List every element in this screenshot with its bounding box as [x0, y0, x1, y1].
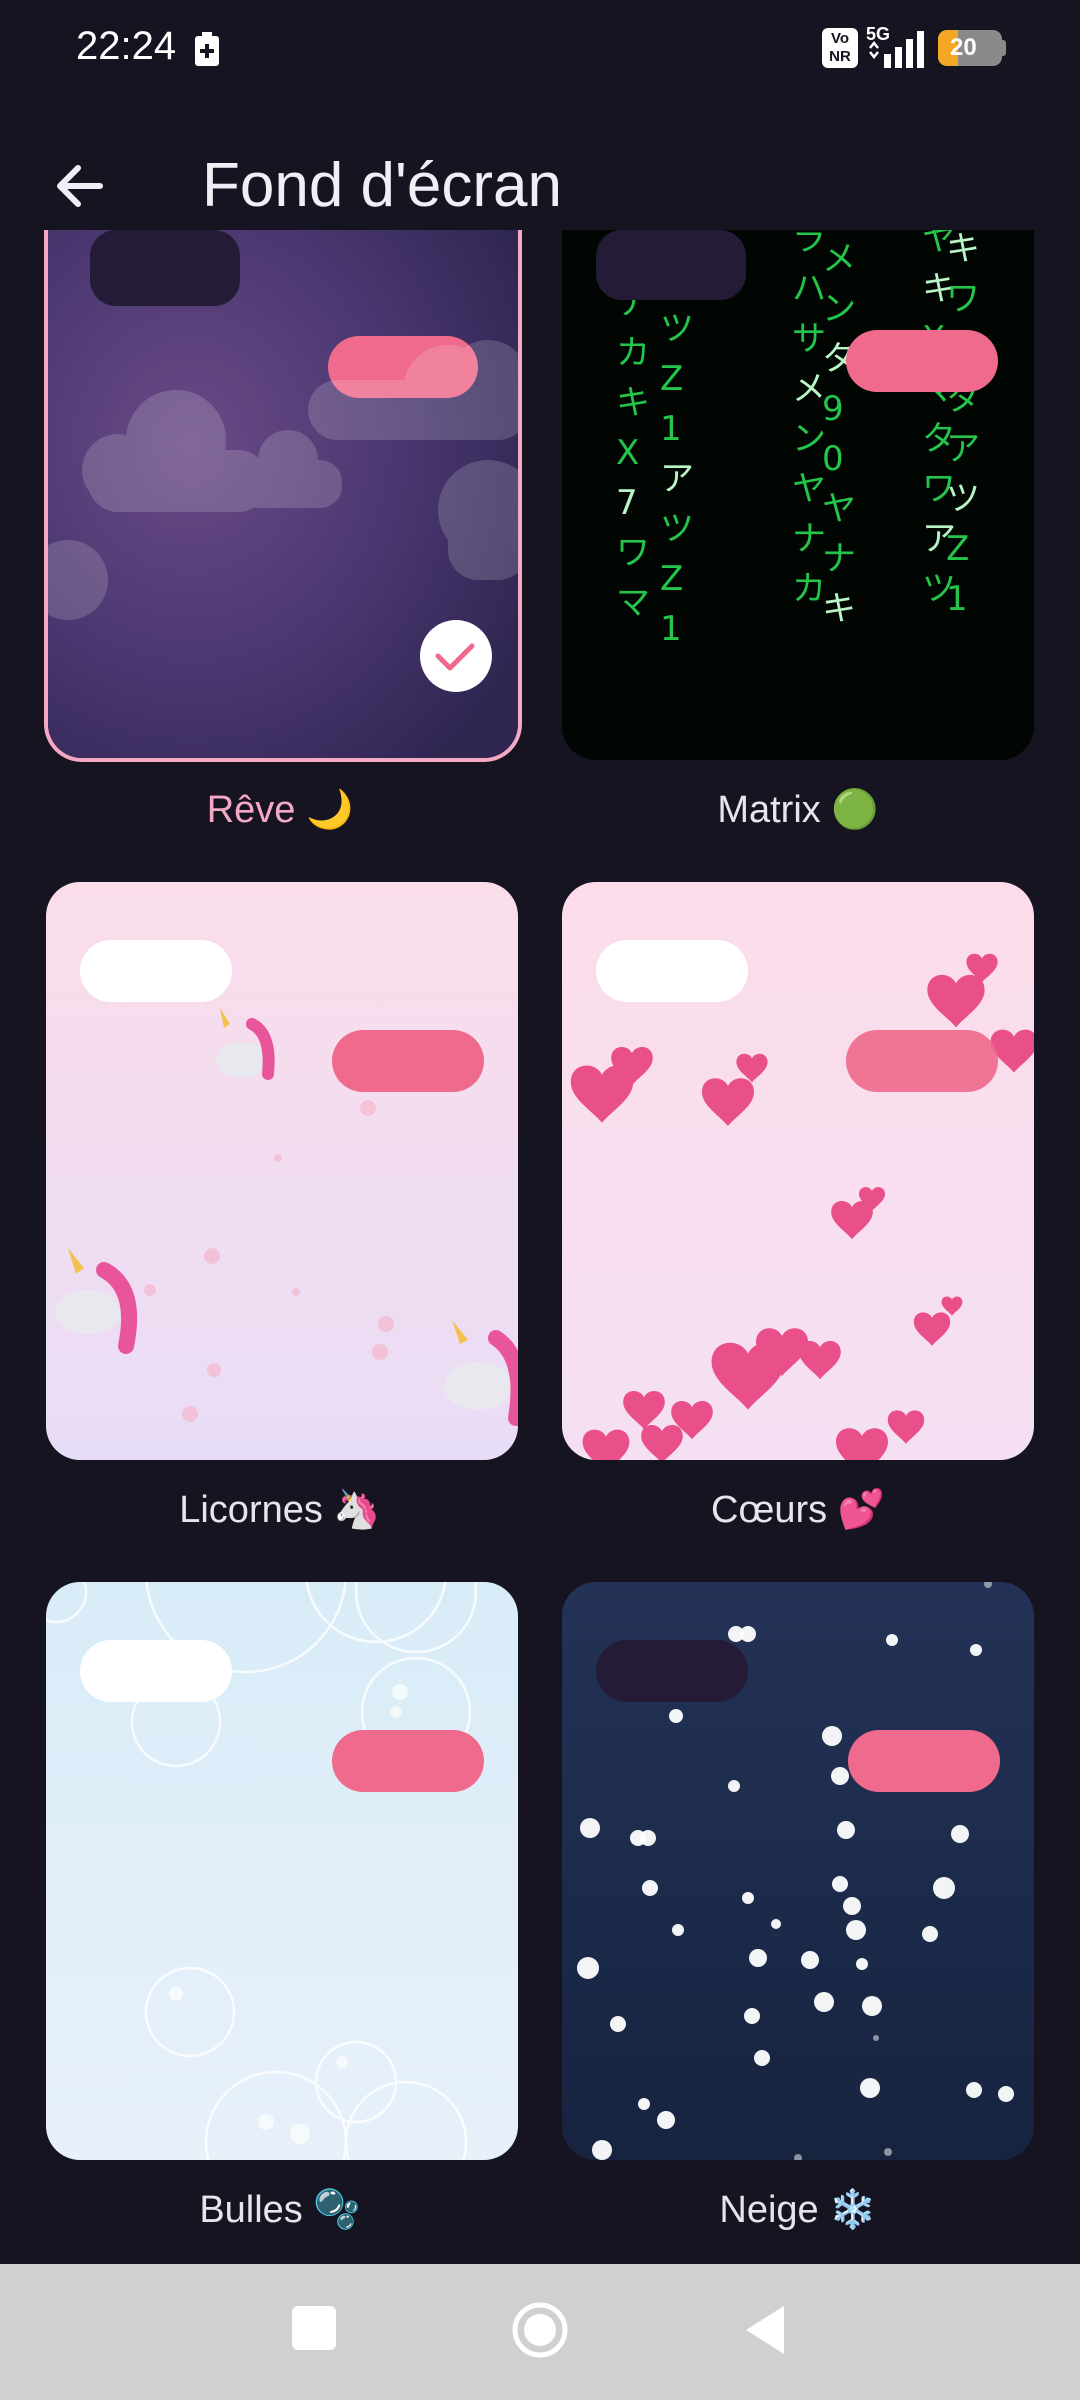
back-triangle-icon[interactable] — [742, 2304, 786, 2356]
svg-text:ヤ: ヤ — [822, 489, 856, 529]
volte-icon: Vo NR — [822, 28, 858, 68]
svg-text:ア: ア — [660, 459, 694, 499]
battery-level: 20 — [950, 34, 977, 61]
svg-text:ツ: ツ — [660, 509, 694, 549]
svg-text:ナ: ナ — [792, 519, 826, 559]
signal-icon — [869, 31, 924, 68]
svg-text:1: 1 — [946, 579, 968, 619]
arrow-left-icon[interactable] — [44, 150, 116, 222]
svg-text:ワ: ワ — [616, 533, 650, 573]
svg-text:ワ: ワ — [946, 279, 980, 319]
wallpaper-card-neige[interactable] — [562, 1582, 1034, 2160]
bulles-preview — [46, 1582, 518, 2160]
svg-text:1: 1 — [660, 609, 682, 649]
svg-text:キ: キ — [616, 383, 650, 423]
svg-text:X: X — [616, 433, 639, 473]
neige-preview — [562, 1582, 1034, 2160]
svg-text:ラ: ラ — [792, 230, 826, 259]
svg-text:カ: カ — [792, 569, 826, 609]
svg-text:ツ: ツ — [660, 309, 694, 349]
wallpaper-card-coeurs[interactable] — [562, 882, 1034, 1460]
wallpaper-card-matrix[interactable]: ヤナカキX7ワマアツZ1アツZ1ラハサメンヤナカメンタ90ヤナキヤキXマタワアツ… — [562, 230, 1034, 760]
svg-text:Z: Z — [660, 559, 683, 599]
svg-text:ツ: ツ — [946, 479, 980, 519]
svg-text:0: 0 — [822, 439, 844, 479]
svg-text:ヤ: ヤ — [792, 469, 826, 509]
svg-text:カ: カ — [616, 333, 650, 373]
svg-text:1: 1 — [660, 409, 682, 449]
svg-text:Z: Z — [660, 359, 683, 399]
licornes-preview — [46, 882, 518, 1460]
svg-text:キ: キ — [822, 589, 856, 629]
home-circle-icon[interactable] — [510, 2300, 570, 2360]
svg-text:ン: ン — [792, 419, 826, 459]
wallpaper-label-licornes: Licornes 🦄 — [179, 1489, 381, 1531]
svg-text:ン: ン — [822, 289, 856, 329]
svg-text:ナ: ナ — [822, 539, 856, 579]
reve-preview — [48, 230, 518, 758]
svg-text:Z: Z — [946, 529, 969, 569]
volte-label: Vo NR — [829, 30, 851, 65]
svg-text:ア: ア — [946, 429, 980, 469]
matrix-preview: ヤナカキX7ワマアツZ1アツZ1ラハサメンヤナカメンタ90ヤナキヤキXマタワアツ… — [562, 230, 1034, 760]
battery-saver-icon — [195, 32, 219, 66]
svg-text:7: 7 — [616, 483, 638, 523]
wallpaper-label-matrix: Matrix 🟢 — [717, 789, 879, 831]
coeurs-preview — [562, 882, 1034, 1460]
wallpaper-card-licornes[interactable] — [46, 882, 518, 1460]
navigation-bar — [0, 2264, 1080, 2400]
wallpaper-label-bulles: Bulles 🫧 — [199, 2189, 361, 2231]
wallpaper-label-reve: Rêve 🌙 — [206, 789, 354, 831]
wallpaper-label-neige: Neige ❄️ — [719, 2189, 877, 2231]
recents-square-icon[interactable] — [290, 2304, 338, 2352]
status-time: 22:24 — [76, 24, 177, 68]
wallpaper-card-bulles[interactable] — [46, 1582, 518, 2160]
svg-text:サ: サ — [792, 319, 826, 359]
svg-text:メ: メ — [792, 369, 826, 409]
svg-text:ハ: ハ — [792, 269, 826, 309]
page-title: Fond d'écran — [202, 151, 562, 220]
status-bar: 22:24 Vo NR 5G 20 — [0, 0, 1080, 100]
battery-icon: 20 — [938, 30, 1002, 66]
svg-text:キ: キ — [946, 230, 980, 269]
svg-text:マ: マ — [616, 583, 650, 623]
wallpaper-label-coeurs: Cœurs 💕 — [711, 1489, 885, 1531]
svg-text:9: 9 — [822, 389, 844, 429]
svg-text:メ: メ — [822, 239, 856, 279]
wallpaper-card-reve[interactable] — [44, 230, 522, 762]
